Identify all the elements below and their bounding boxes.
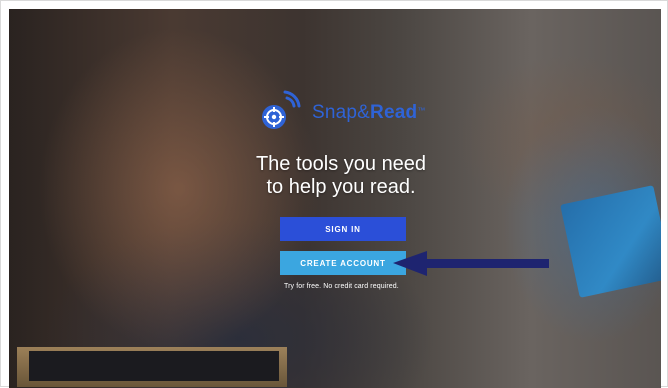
arrow-left-icon xyxy=(393,251,549,276)
background-book xyxy=(560,185,661,298)
brand-name-part2: Read xyxy=(370,102,418,123)
tagline-line-2: to help you read. xyxy=(266,176,416,198)
background-tablet-screen xyxy=(29,351,279,381)
free-trial-note: Try for free. No credit card required. xyxy=(284,283,399,290)
sign-in-button[interactable]: SIGN IN xyxy=(280,217,406,241)
page-frame: Snap&Read™ The tools you need to help yo… xyxy=(0,0,668,388)
trademark-symbol: ™ xyxy=(417,106,426,115)
create-account-button[interactable]: CREATE ACCOUNT xyxy=(280,251,406,275)
tagline-line-1: The tools you need xyxy=(255,153,427,175)
crosshair-target-icon xyxy=(262,90,301,129)
brand-name: Snap&Read™ xyxy=(312,102,426,124)
brand-name-part1: Snap& xyxy=(312,102,371,123)
hero-tagline: The tools you need to help you read. xyxy=(241,153,441,199)
